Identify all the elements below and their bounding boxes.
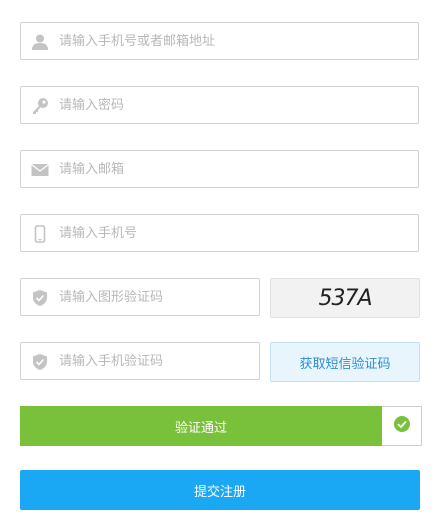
verify-check-handle[interactable] — [382, 406, 422, 446]
captcha-input[interactable] — [59, 279, 251, 315]
email-field[interactable] — [20, 150, 419, 188]
verify-status-label: 验证通过 — [174, 420, 227, 436]
get-sms-code-button[interactable]: 获取短信验证码 — [270, 342, 420, 382]
account-input[interactable] — [59, 23, 410, 59]
mobile-phone-icon — [31, 225, 49, 243]
shield-icon — [31, 289, 49, 307]
envelope-icon — [31, 161, 49, 179]
verify-status-bar: 验证通过 — [20, 406, 382, 446]
key-icon — [31, 97, 49, 115]
captcha-field[interactable] — [20, 278, 260, 316]
check-circle-icon — [393, 415, 411, 437]
submit-register-button[interactable]: 提交注册 — [20, 470, 420, 510]
captcha-image[interactable]: 537A — [270, 278, 420, 318]
phone-field[interactable] — [20, 214, 419, 252]
email-input[interactable] — [59, 151, 410, 187]
shield-icon — [31, 353, 49, 371]
account-field[interactable] — [20, 22, 419, 60]
phone-input[interactable] — [59, 215, 410, 251]
password-input[interactable] — [59, 87, 410, 123]
user-icon — [31, 33, 49, 51]
password-field[interactable] — [20, 86, 419, 124]
sms-code-field[interactable] — [20, 342, 260, 380]
captcha-image-text: 537A — [318, 285, 372, 311]
sms-code-input[interactable] — [59, 343, 251, 379]
